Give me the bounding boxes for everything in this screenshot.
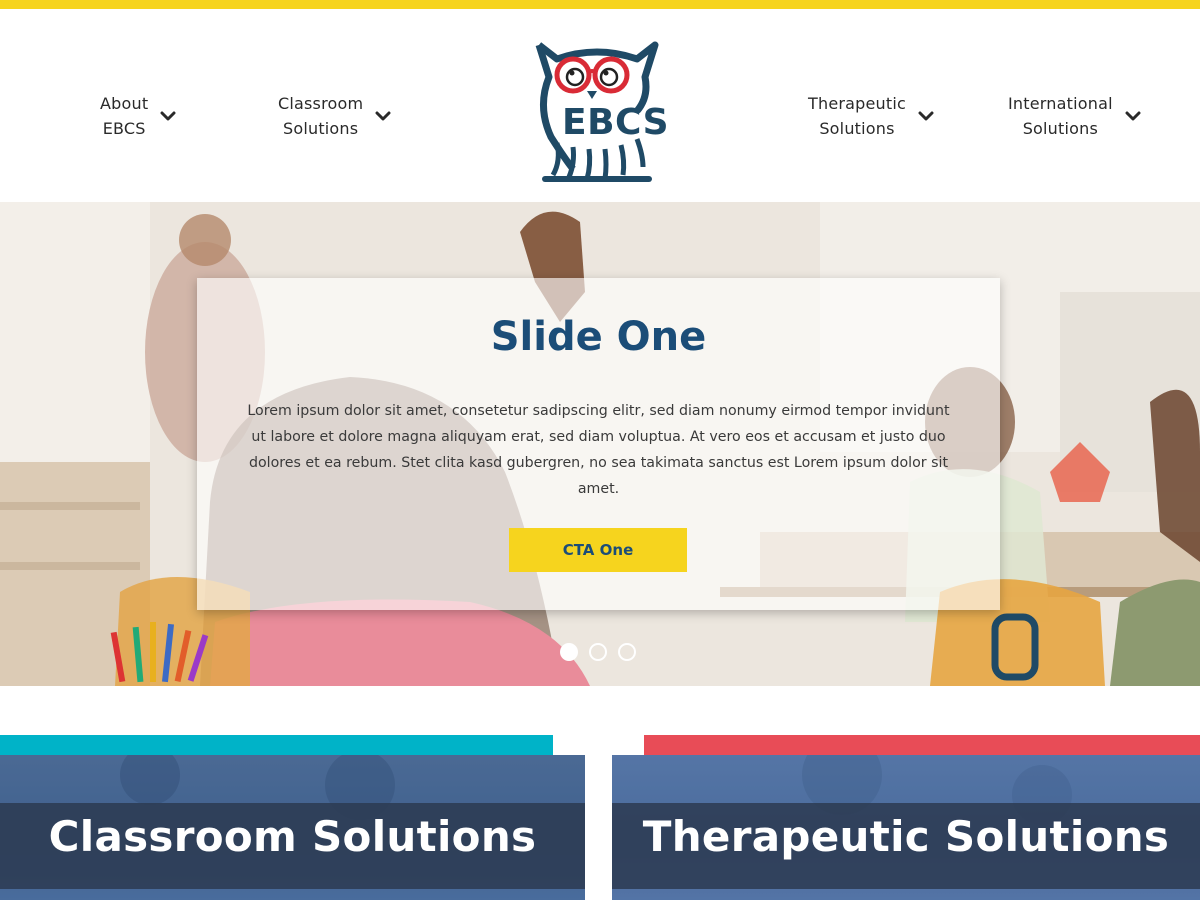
hero-slide-card: Slide One Lorem ipsum dolor sit amet, co…	[197, 278, 1000, 610]
slider-pagination	[560, 643, 640, 663]
therapeutic-card-title: Therapeutic Solutions	[642, 812, 1170, 861]
nav-international-solutions-label: International Solutions	[1008, 91, 1113, 141]
logo-wordmark: EBCS	[562, 102, 670, 143]
nav-classroom-solutions-label: Classroom Solutions	[278, 91, 363, 141]
nav-therapeutic-solutions[interactable]: Therapeutic Solutions	[808, 89, 934, 143]
chevron-down-icon	[160, 111, 176, 121]
nav-about-ebcs-line2: EBCS	[102, 119, 146, 138]
nav-therapeutic-solutions-label: Therapeutic Solutions	[808, 91, 906, 141]
slider-dot-3[interactable]	[618, 643, 636, 661]
nav-therapeutic-solutions-line1: Therapeutic	[808, 94, 906, 113]
nav-about-ebcs-label: About EBCS	[100, 91, 148, 141]
slide-title: Slide One	[490, 314, 707, 360]
nav-classroom-solutions-line1: Classroom	[278, 94, 364, 113]
slide-body-text: Lorem ipsum dolor sit amet, consetetur s…	[247, 403, 950, 497]
classroom-card-accent	[0, 735, 553, 755]
ebcs-logo[interactable]: EBCS	[525, 37, 670, 187]
nav-therapeutic-solutions-line2: Solutions	[819, 119, 895, 138]
therapeutic-card-accent	[644, 735, 1200, 755]
nav-classroom-solutions[interactable]: Classroom Solutions	[278, 89, 391, 143]
classroom-solutions-card[interactable]: Classroom Solutions	[0, 755, 585, 900]
nav-classroom-solutions-line2: Solutions	[282, 119, 359, 138]
therapeutic-solutions-card[interactable]: Therapeutic Solutions	[612, 755, 1200, 900]
nav-international-solutions[interactable]: International Solutions	[1008, 89, 1141, 143]
slider-dot-1[interactable]	[560, 643, 578, 661]
nav-about-ebcs-line1: About	[100, 94, 149, 113]
nav-international-solutions-line1: International	[1008, 94, 1113, 113]
top-accent-bar	[0, 0, 1200, 9]
chevron-down-icon	[1125, 111, 1141, 121]
hero-slider: Slide One Lorem ipsum dolor sit amet, co…	[0, 202, 1200, 686]
nav-international-solutions-line2: Solutions	[1022, 119, 1099, 138]
classroom-card-title: Classroom Solutions	[48, 812, 537, 861]
slider-dot-2[interactable]	[589, 643, 607, 661]
nav-about-ebcs[interactable]: About EBCS	[100, 89, 176, 143]
cta-button[interactable]: CTA One	[509, 528, 687, 572]
chevron-down-icon	[375, 111, 391, 121]
site-header: About EBCS Classroom Solutions EBCS Ther…	[0, 9, 1200, 202]
chevron-down-icon	[918, 111, 934, 121]
